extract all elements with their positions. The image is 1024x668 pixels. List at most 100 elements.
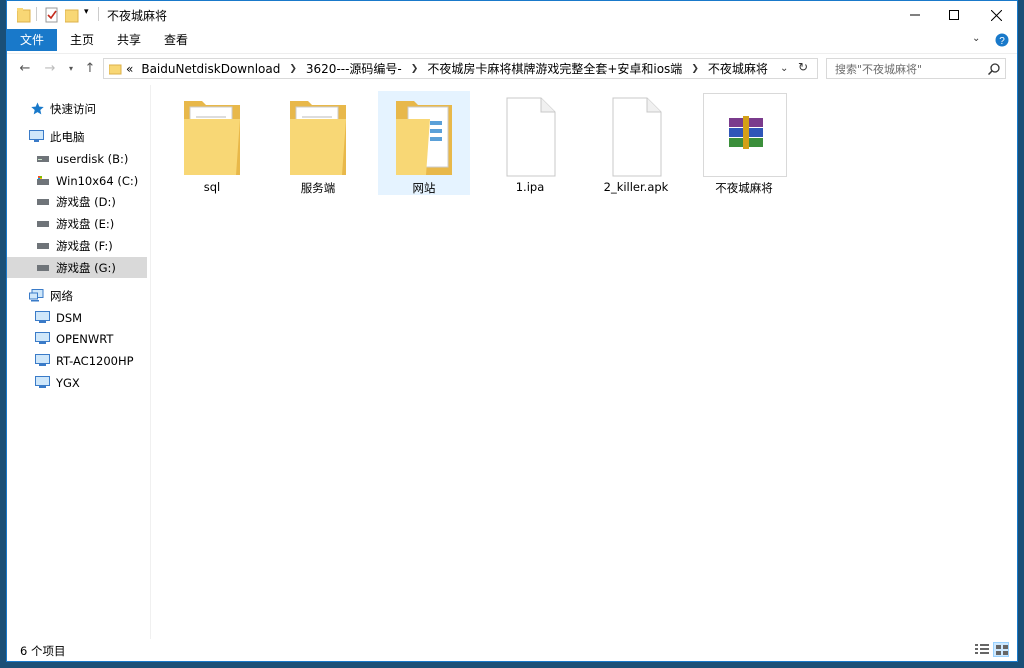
maximize-button[interactable]	[931, 1, 977, 29]
navigation-pane: 快速访问 此电脑 userdisk (B:) Win10x64 (C:) 游戏盘…	[7, 85, 151, 639]
nav-network[interactable]: 网络	[7, 285, 147, 306]
drive-icon	[37, 220, 49, 227]
drive-icon	[37, 242, 49, 249]
tab-file[interactable]: 文件	[7, 29, 57, 51]
toolbar-divider	[36, 7, 37, 21]
breadcrumb-chevron-icon[interactable]: ❯	[406, 64, 424, 74]
maximize-icon	[949, 10, 959, 20]
computer-icon	[29, 130, 44, 142]
address-row: ← → ▾ ↑ « BaiduNetdiskDownload ❯ 3620---…	[7, 53, 1017, 82]
nav-drive-d[interactable]: 游戏盘 (D:)	[7, 191, 147, 212]
folder-icon	[17, 8, 31, 23]
nav-drive-f[interactable]: 游戏盘 (F:)	[7, 235, 147, 256]
star-icon	[31, 102, 44, 115]
file-item-archive[interactable]: 不夜城麻将	[698, 91, 790, 195]
thumbnail-frame	[703, 93, 787, 177]
drive-icon	[37, 155, 49, 162]
details-view-icon[interactable]	[974, 642, 990, 657]
blank-file-icon	[612, 97, 662, 177]
winrar-archive-icon	[729, 116, 763, 149]
tab-home[interactable]: 主页	[60, 29, 104, 51]
nav-drive-c[interactable]: Win10x64 (C:)	[7, 170, 147, 191]
nav-label: 快速访问	[50, 101, 96, 116]
address-bar[interactable]: « BaiduNetdiskDownload ❯ 3620---源码编号- ❯ …	[103, 58, 818, 79]
monitor-icon	[35, 311, 50, 323]
toolbar-divider	[98, 7, 99, 21]
monitor-icon	[35, 354, 50, 366]
system-drive-icon	[37, 175, 49, 185]
explorer-window: ▾ 不夜城麻将 文件 主页 共享 查看 ⌄ ? ← → ▾ ↑ « BaiduN…	[6, 0, 1018, 662]
breadcrumb-item[interactable]: 不夜城房卡麻将棋牌游戏完整全套+安卓和ios端	[423, 60, 686, 77]
chevron-down-icon: ⌄	[780, 63, 789, 74]
drive-icon	[37, 198, 49, 205]
nav-label: 游戏盘 (E:)	[56, 216, 115, 231]
nav-drive-g[interactable]: 游戏盘 (G:)	[7, 257, 147, 278]
tab-share[interactable]: 共享	[107, 29, 151, 51]
back-button[interactable]: ←	[16, 59, 34, 77]
breadcrumb-item[interactable]: 不夜城麻将	[704, 60, 772, 77]
file-item-sql[interactable]: sql	[166, 91, 258, 195]
close-icon	[990, 9, 1002, 21]
nav-label: userdisk (B:)	[56, 151, 129, 166]
nav-drive-e[interactable]: 游戏盘 (E:)	[7, 213, 147, 234]
large-icons-view-icon[interactable]	[993, 642, 1009, 657]
up-button[interactable]: ↑	[81, 59, 99, 77]
file-name: 2_killer.apk	[603, 180, 669, 194]
file-name: 1.ipa	[515, 180, 545, 194]
help-icon[interactable]: ?	[995, 33, 1009, 47]
arrow-right-icon: →	[44, 60, 56, 76]
title-bar: ▾ 不夜城麻将	[7, 1, 1017, 29]
new-folder-icon[interactable]	[65, 6, 79, 24]
nav-label: Win10x64 (C:)	[56, 173, 139, 188]
nav-network-ygx[interactable]: YGX	[7, 372, 147, 393]
nav-label: 游戏盘 (G:)	[56, 260, 116, 275]
folder-with-web-documents-icon	[396, 101, 452, 175]
network-icon	[29, 289, 44, 302]
folder-with-documents-icon	[290, 101, 346, 175]
close-button[interactable]	[973, 1, 1017, 29]
status-bar: 6 个项目	[7, 639, 1017, 661]
nav-this-pc[interactable]: 此电脑	[7, 126, 147, 147]
file-name: sql	[203, 180, 221, 194]
nav-label: YGX	[56, 375, 80, 390]
file-name: 服务端	[300, 181, 336, 195]
recent-locations-button[interactable]: ▾	[62, 59, 80, 77]
vertical-scrollbar[interactable]	[999, 85, 1017, 639]
breadcrumb-chevron-icon[interactable]: ❯	[686, 64, 704, 74]
minimize-icon	[910, 14, 920, 16]
forward-button[interactable]: →	[41, 59, 59, 77]
nav-label: OPENWRT	[56, 331, 114, 346]
file-item-apk[interactable]: 2_killer.apk	[590, 91, 682, 195]
breadcrumb-chevron-icon[interactable]: ❯	[284, 64, 302, 74]
nav-network-dsm[interactable]: DSM	[7, 307, 147, 328]
arrow-up-icon: ↑	[84, 60, 96, 76]
nav-label: 游戏盘 (F:)	[56, 238, 113, 253]
monitor-icon	[35, 332, 50, 344]
breadcrumb-item[interactable]: 3620---源码编号-	[302, 60, 406, 77]
expand-ribbon-icon[interactable]: ⌄	[972, 33, 980, 44]
file-item-server[interactable]: 服务端	[272, 91, 364, 195]
file-item-ipa[interactable]: 1.ipa	[484, 91, 576, 195]
nav-quick-access[interactable]: 快速访问	[7, 98, 147, 119]
nav-label: RT-AC1200HP	[56, 353, 134, 368]
pane-divider[interactable]	[150, 85, 151, 639]
folder-with-documents-icon	[184, 101, 240, 175]
breadcrumb-overflow[interactable]: «	[122, 62, 137, 76]
properties-icon[interactable]	[45, 6, 59, 24]
arrow-left-icon: ←	[19, 60, 31, 76]
search-icon[interactable]	[988, 63, 1000, 75]
tab-view[interactable]: 查看	[154, 29, 198, 51]
search-input[interactable]	[833, 61, 987, 78]
nav-network-rt-ac1200hp[interactable]: RT-AC1200HP	[7, 350, 147, 371]
refresh-button[interactable]: ↻	[798, 60, 808, 74]
file-item-website[interactable]: 网站	[378, 91, 470, 195]
nav-label: 网络	[50, 288, 73, 303]
breadcrumb-item[interactable]: BaiduNetdiskDownload	[137, 62, 284, 76]
file-name: 不夜城麻将	[715, 181, 773, 195]
customize-qa-icon[interactable]: ▾	[84, 7, 89, 25]
address-dropdown-button[interactable]: ⌄	[780, 63, 788, 74]
nav-network-openwrt[interactable]: OPENWRT	[7, 328, 147, 349]
nav-drive-b[interactable]: userdisk (B:)	[7, 148, 147, 169]
search-box[interactable]	[826, 58, 1006, 79]
nav-label: 游戏盘 (D:)	[56, 194, 116, 209]
